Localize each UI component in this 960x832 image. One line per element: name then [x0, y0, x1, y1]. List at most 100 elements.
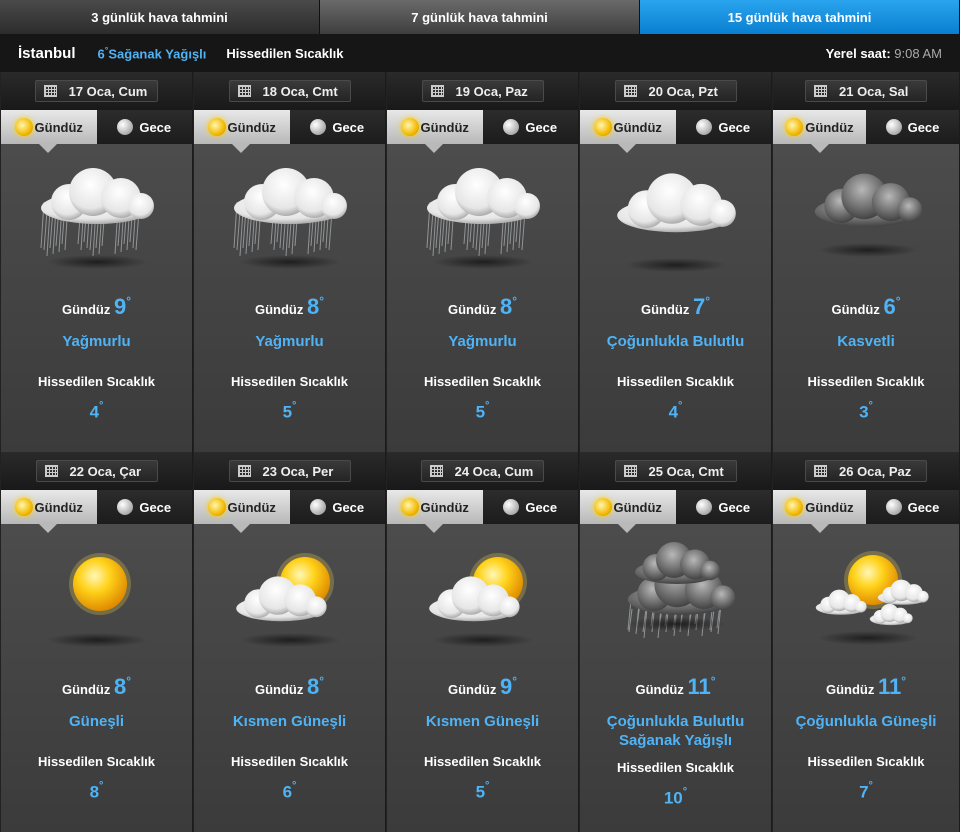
day-toggle-button[interactable]: Gündüz [1, 110, 97, 153]
feels-like-value: 8° [1, 780, 192, 803]
feels-like-label: Hissedilen Sıcaklık [230, 374, 349, 389]
tab-3-day[interactable]: 3 günlük hava tahmini [0, 0, 320, 34]
rain-cloud-icon [1, 162, 192, 282]
date-label: 18 Oca, Cmt [262, 83, 338, 99]
degree-sign: ° [485, 780, 490, 792]
degree-sign: ° [512, 673, 518, 688]
feels-like-label: Hissedilen Sıcaklık [423, 374, 542, 389]
degree-sign: ° [512, 293, 518, 308]
moon-icon [885, 499, 902, 515]
day-card: 22 Oca, Çar Gündüz Gece Gündüz 8° Güneşli His… [0, 452, 193, 832]
date-pill: 18 Oca, Cmt [228, 80, 351, 102]
feels-like-value: 5° [194, 400, 385, 423]
night-toggle-button[interactable]: Gece [96, 110, 192, 144]
night-toggle-button[interactable]: Gece [866, 110, 959, 144]
condition-text: Yağmurlu [62, 333, 131, 350]
night-toggle-button[interactable]: Gece [289, 110, 385, 144]
day-toggle-button[interactable]: Gündüz [387, 490, 483, 533]
night-toggle-button[interactable]: Gece [289, 490, 385, 524]
day-toggle-button[interactable]: Gündüz [773, 110, 866, 153]
date-bar: 24 Oca, Cum [387, 452, 578, 490]
day-toggle-button[interactable]: Gündüz [387, 110, 483, 153]
current-condition: 6°Sağanak Yağışlı [98, 45, 207, 61]
day-label: Gündüz [640, 302, 690, 317]
sun-icon-graphic [46, 553, 147, 647]
city-name: İstanbul [18, 44, 76, 62]
feels-like-value: 5° [387, 780, 578, 803]
condition-text: Çoğunlukla Bulutlu Sağanak Yağışlı [606, 713, 745, 749]
night-toggle-button[interactable]: Gece [482, 110, 578, 144]
day-label: Gündüz [34, 499, 83, 515]
degree-sign: ° [292, 780, 297, 792]
night-toggle-button[interactable]: Gece [675, 110, 771, 144]
feels-like-label: Hissedilen Sıcaklık [807, 754, 925, 769]
feels-like-label: Hissedilen Sıcaklık [37, 754, 156, 769]
moon-icon [310, 119, 327, 135]
day-toggle-button[interactable]: Gündüz [580, 490, 676, 533]
night-toggle-button[interactable]: Gece [675, 490, 771, 524]
degree-sign: ° [710, 673, 716, 688]
day-label: Gündüz [805, 499, 854, 515]
day-label: Gündüz [420, 119, 469, 135]
calendar-icon [623, 465, 637, 477]
condition-text: Yağmurlu [448, 333, 517, 350]
day-toggle-button[interactable]: Gündüz [194, 490, 290, 533]
dark-cloud-icon [773, 162, 959, 282]
local-time-value: 9:08 AM [894, 46, 942, 61]
date-label: 17 Oca, Cum [68, 83, 148, 99]
day-toggle-button[interactable]: Gündüz [194, 110, 290, 153]
current-feels-like: Hissedilen Sıcaklık -1° [226, 46, 487, 384]
day-label: Gündüz [61, 302, 111, 317]
temperature-value: 8 [113, 674, 127, 699]
day-card: 18 Oca, Cmt Gündüz Gece Gündüz 8° Yağmurlu Hi… [193, 72, 386, 452]
date-pill: 19 Oca, Paz [421, 80, 544, 102]
day-toggle-button[interactable]: Gündüz [773, 490, 866, 533]
calendar-icon [814, 85, 827, 97]
day-toggle-button[interactable]: Gündüz [580, 110, 676, 153]
day-card: 24 Oca, Cum Gündüz Gece Gündüz 9° Kısmen Gün… [386, 452, 579, 832]
night-toggle-button[interactable]: Gece [866, 490, 959, 524]
feels-like-label: Hissedilen Sıcaklık [616, 760, 735, 775]
feels-like-label: Hissedilen Sıcaklık [230, 754, 349, 769]
date-label: 25 Oca, Cmt [648, 463, 724, 479]
moon-icon [117, 119, 134, 135]
tab-7-day[interactable]: 7 günlük hava tahmini [320, 0, 640, 34]
day-night-toggle: Gündüz Gece [194, 110, 385, 153]
day-temperature: Gündüz 7° [580, 294, 771, 320]
night-label: Gece [907, 119, 940, 135]
sun-icon [593, 118, 612, 136]
tab-15-day[interactable]: 15 günlük hava tahmini [640, 0, 960, 34]
calendar-icon [237, 465, 251, 477]
day-label: Gündüz [254, 302, 304, 317]
partly-sunny-icon-graphic [428, 553, 533, 647]
day-label: Gündüz [227, 119, 276, 135]
sun-icon [14, 498, 33, 516]
night-toggle-button[interactable]: Gece [482, 490, 578, 524]
degree-sign: ° [868, 780, 873, 792]
sun-icon [207, 498, 226, 516]
night-label: Gece [718, 119, 751, 135]
degree-sign: ° [319, 673, 325, 688]
day-night-toggle: Gündüz Gece [773, 490, 959, 533]
day-toggle-button[interactable]: Gündüz [1, 490, 97, 533]
calendar-icon [429, 465, 443, 477]
degree-sign: ° [868, 400, 873, 412]
condition-text: Kasvetli [837, 333, 895, 350]
day-label: Gündüz [635, 682, 684, 697]
feels-like-label: Hissedilen Sıcaklık [616, 374, 735, 389]
degree-sign: ° [895, 293, 901, 308]
feels-like-label: Hissedilen Sıcaklık [807, 374, 925, 389]
date-label: 23 Oca, Per [262, 463, 334, 479]
local-time: Yerel saat: 9:08 AM [826, 46, 942, 61]
night-toggle-button[interactable]: Gece [96, 490, 192, 524]
day-night-toggle: Gündüz Gece [1, 110, 192, 153]
condition-text: Güneşli [68, 713, 124, 730]
sun-icon [785, 498, 804, 516]
rain-cloud-icon-graphic [40, 168, 154, 269]
current-conditions-bar: İstanbul 6°Sağanak Yağışlı Hissedilen Sı… [0, 34, 960, 384]
mostly-sunny-icon [773, 542, 959, 662]
condition-text: Yağmurlu [255, 333, 324, 350]
moon-icon [117, 499, 134, 515]
date-label: 19 Oca, Paz [455, 83, 528, 99]
moon-icon [503, 119, 520, 135]
